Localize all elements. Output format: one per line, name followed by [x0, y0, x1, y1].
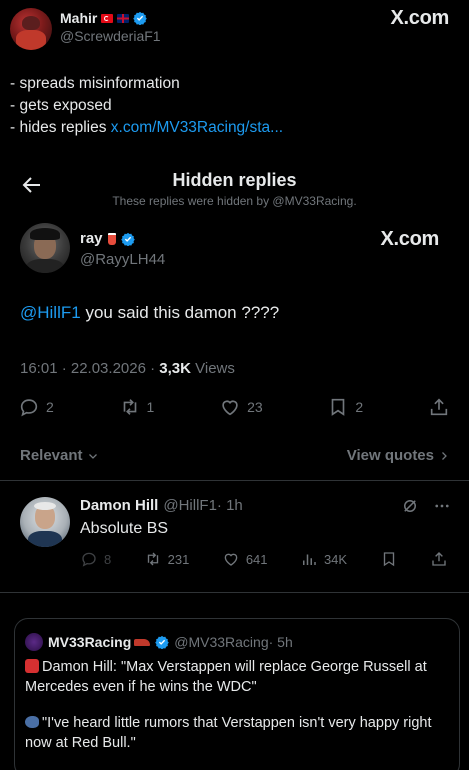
- verified-badge-icon: [155, 635, 170, 649]
- ray-author-row: ray: [80, 230, 135, 247]
- hidden-replies-subtitle: These replies were hidden by @MV33Racing…: [112, 194, 357, 208]
- quoted-author-handle[interactable]: @MV33Racing: [174, 634, 268, 650]
- race-car-icon: [134, 638, 151, 646]
- repost-icon: [147, 552, 158, 566]
- damon-header-icons: [401, 497, 451, 515]
- relevant-dropdown[interactable]: Relevant: [20, 447, 99, 464]
- top-tweet-body: - spreads misinformation - gets exposed …: [10, 73, 283, 139]
- repost-icon: [123, 399, 136, 415]
- damon-time: · 1h: [216, 497, 243, 514]
- verified-badge-icon: [133, 11, 148, 25]
- bookmark-button[interactable]: 2: [327, 396, 363, 418]
- views-count: 3,3K: [159, 360, 191, 377]
- share-button[interactable]: [428, 396, 450, 418]
- x-com-logo-text: X.com: [380, 228, 439, 250]
- chevron-right-icon: [442, 451, 447, 460]
- turkey-flag-icon: [101, 13, 114, 23]
- views-icon: [302, 554, 316, 565]
- quoted-paragraph-1-text: Damon Hill: "Max Verstappen will replace…: [25, 659, 427, 695]
- sort-bar: Relevant View quotes: [20, 447, 450, 464]
- uk-flag-icon: [117, 13, 130, 23]
- quoted-author-row: MV33Racing @MV33Racing · 5h: [25, 633, 293, 651]
- quoted-time: · 5h: [268, 634, 293, 650]
- x-com-logo-top: X.com: [390, 7, 449, 30]
- damon-author-row: Damon Hill @HillF1 · 1h: [80, 497, 243, 514]
- cup-icon: [107, 232, 116, 245]
- damon-avatar[interactable]: [20, 497, 70, 547]
- top-tweet-line-3-text: - hides replies: [10, 119, 111, 136]
- quoted-author-name[interactable]: MV33Racing: [48, 634, 131, 650]
- view-quotes-label: View quotes: [346, 447, 434, 464]
- views-count: 34K: [323, 551, 348, 567]
- chevron-down-icon: [88, 453, 97, 459]
- more-icon[interactable]: [433, 497, 451, 515]
- damon-author-handle[interactable]: @HillF1: [163, 497, 217, 514]
- reply-button[interactable]: 8: [80, 550, 111, 568]
- x-com-logo-reply: X.com: [380, 228, 439, 251]
- like-icon: [224, 553, 238, 566]
- mahir-avatar[interactable]: [10, 8, 52, 50]
- ray-action-bar: 2 1 23 2: [18, 396, 450, 418]
- like-button[interactable]: 23: [219, 396, 263, 418]
- ray-tweet-body: @HillF1 you said this damon ????: [20, 303, 279, 323]
- reply-count: 8: [104, 551, 112, 567]
- verified-badge-icon: [120, 232, 135, 246]
- top-tweet-line-1: - spreads misinformation: [10, 75, 180, 92]
- quoted-paragraph-2-text: "I've heard little rumors that Verstappe…: [25, 715, 432, 751]
- like-count: 641: [245, 551, 268, 567]
- hidden-replies-title: Hidden replies: [172, 170, 297, 190]
- ray-avatar[interactable]: [20, 223, 70, 273]
- ray-tweet-text: you said this damon ????: [80, 303, 280, 322]
- mention-link[interactable]: @HillF1: [20, 303, 81, 322]
- repost-button[interactable]: 231: [144, 550, 190, 568]
- ray-author-name[interactable]: ray: [80, 230, 103, 247]
- views-button[interactable]: 34K: [300, 550, 347, 568]
- quoted-paragraph-1: Damon Hill: "Max Verstappen will replace…: [25, 657, 450, 697]
- bookmark-icon: [332, 398, 345, 416]
- views-label: Views: [190, 360, 235, 377]
- like-count: 23: [247, 399, 263, 415]
- like-icon: [222, 400, 238, 416]
- bookmark-count: 2: [355, 399, 364, 415]
- reply-button[interactable]: 2: [18, 396, 54, 418]
- top-tweet-line-2: - gets exposed: [10, 97, 112, 114]
- damon-author-name[interactable]: Damon Hill: [80, 497, 158, 514]
- share-icon: [432, 552, 446, 566]
- view-quotes-link[interactable]: View quotes: [347, 447, 450, 464]
- quoted-avatar[interactable]: [25, 633, 43, 651]
- top-tweet-line-3: - hides replies x.com/MV33Racing/sta...: [10, 117, 283, 139]
- quoted-paragraph-2: "I've heard little rumors that Verstappe…: [25, 713, 450, 753]
- relevant-label: Relevant: [20, 447, 83, 464]
- speaking-head-emoji-icon: [25, 716, 39, 728]
- top-author-row: Mahir: [60, 10, 148, 26]
- quoted-tweet-card[interactable]: MV33Racing @MV33Racing · 5h Damon Hill: …: [14, 618, 460, 770]
- share-icon: [430, 398, 448, 416]
- top-tweet-link[interactable]: x.com/MV33Racing/sta...: [111, 119, 283, 136]
- top-author-handle[interactable]: @ScrewderiaF1: [60, 28, 161, 44]
- ray-author-handle[interactable]: @RayyLH44: [80, 251, 165, 268]
- reply-count: 2: [46, 399, 54, 415]
- divider: [0, 592, 469, 593]
- alert-emoji-icon: [25, 659, 39, 673]
- repost-count: 1: [146, 399, 155, 415]
- damon-action-bar: 8 231 641 34K: [80, 550, 448, 568]
- repost-button[interactable]: 1: [119, 396, 155, 418]
- like-button[interactable]: 641: [222, 550, 268, 568]
- damon-reply-text: Absolute BS: [80, 520, 169, 537]
- bookmark-button[interactable]: [380, 550, 398, 568]
- x-com-logo-text: X.com: [390, 7, 449, 29]
- share-button[interactable]: [430, 550, 448, 568]
- grok-icon[interactable]: [401, 497, 419, 515]
- bookmark-icon: [383, 552, 394, 567]
- tweet-timestamp[interactable]: 16:01 · 22.03.2026 ·: [20, 360, 159, 377]
- top-tweet: Mahir @ScrewderiaF1 X.com - spreads misi…: [0, 0, 469, 160]
- reply-icon: [20, 399, 38, 417]
- top-author-name[interactable]: Mahir: [60, 10, 97, 26]
- ray-tweet-meta: 16:01 · 22.03.2026 · 3,3K Views: [20, 360, 235, 377]
- divider: [0, 480, 469, 481]
- reply-icon: [82, 552, 96, 567]
- repost-count: 231: [167, 551, 190, 567]
